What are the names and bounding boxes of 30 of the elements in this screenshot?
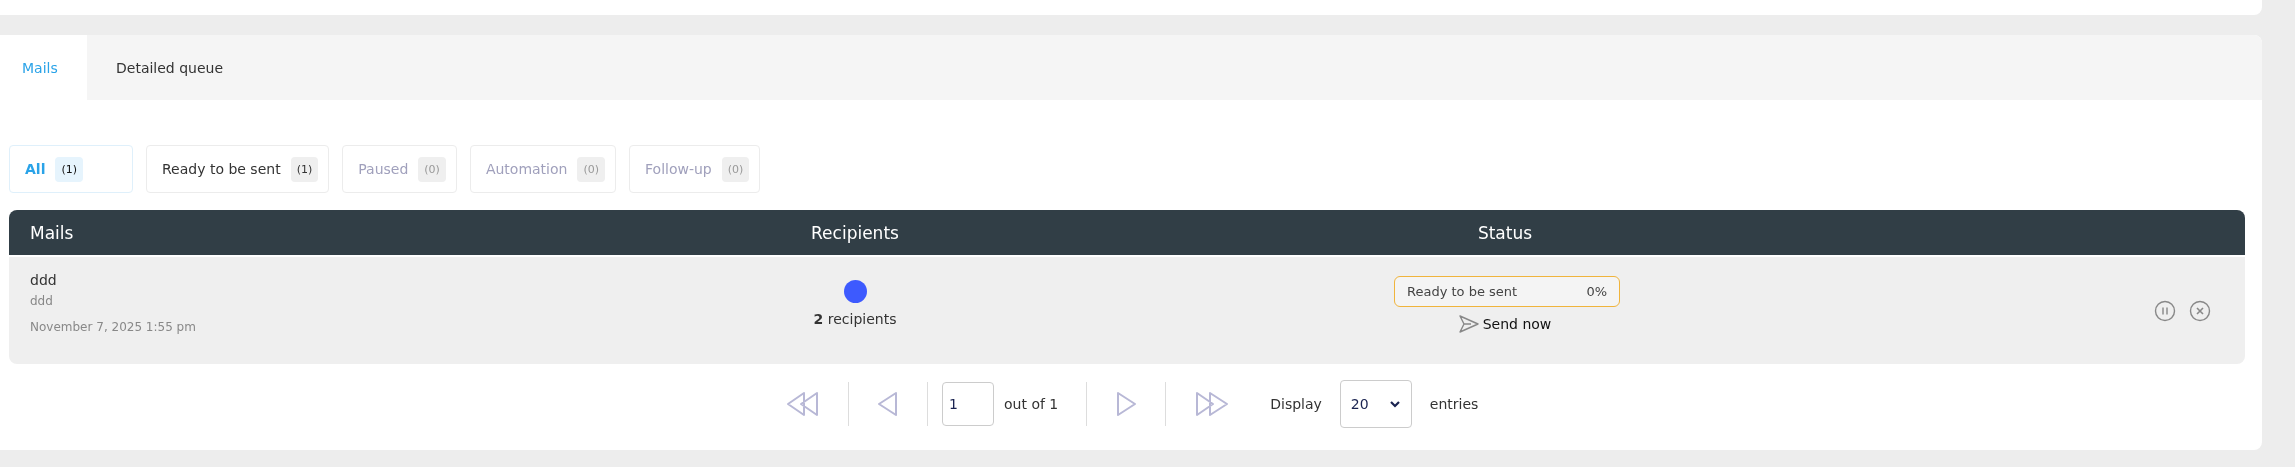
first-page-icon[interactable]: [786, 391, 820, 417]
filter-tab[interactable]: Ready to be sent (1): [146, 145, 330, 193]
mail-subject: ddd: [30, 294, 54, 308]
mail-title: ddd: [30, 272, 58, 288]
count-badge: (1): [55, 156, 84, 182]
column-header: Recipients: [810, 222, 900, 243]
recipients-count: 2 recipients: [813, 311, 897, 327]
column-header: Mails: [29, 222, 75, 243]
last-page-icon[interactable]: [1194, 391, 1231, 417]
chevron-down-icon: [1388, 400, 1401, 408]
send-icon: [1458, 315, 1479, 333]
mail-date: November 7, 2025 1:55 pm: [30, 320, 197, 334]
entries-label: entries: [1429, 396, 1479, 412]
close-icon[interactable]: [2189, 299, 2211, 322]
count-badge: (1): [290, 156, 319, 182]
next-page-icon[interactable]: [1115, 391, 1138, 417]
count-badge: (0): [418, 156, 446, 182]
send-now-button[interactable]: Send now: [1454, 311, 1556, 337]
display-label: Display: [1270, 396, 1322, 412]
page-total: out of 1: [1004, 396, 1059, 412]
column-header: Status: [1476, 222, 1534, 243]
count-badge: (0): [577, 156, 606, 182]
page-size-select[interactable]: 20: [1339, 380, 1412, 428]
previous-page-icon[interactable]: [877, 391, 899, 417]
count-badge: (0): [721, 156, 750, 182]
status-badge: Ready to be sent 0%: [1394, 276, 1620, 307]
pause-icon[interactable]: [2154, 299, 2176, 322]
page-input[interactable]: 1: [942, 382, 994, 426]
filter-tab[interactable]: All (1): [9, 145, 133, 193]
tab[interactable]: Detailed queue: [87, 35, 246, 100]
